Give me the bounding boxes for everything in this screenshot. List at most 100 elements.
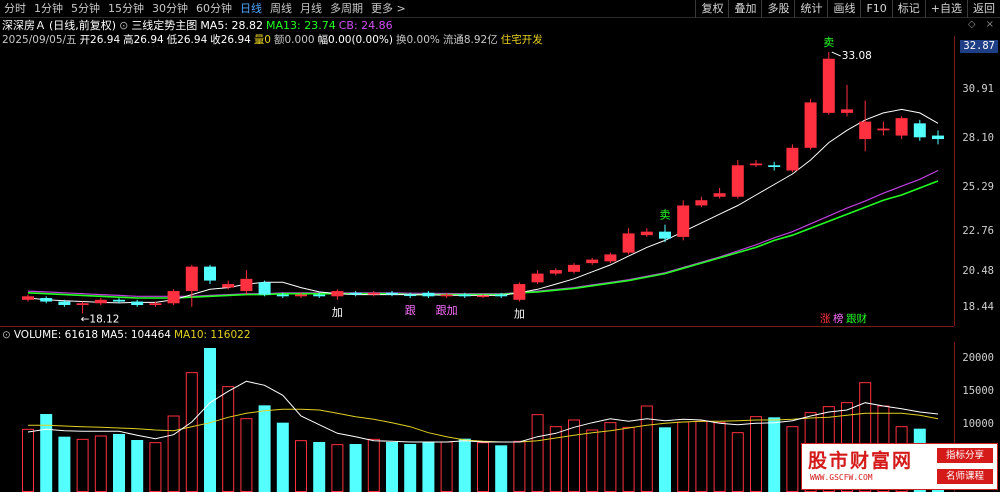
volume-bar [404,444,417,492]
volume-bar [295,440,307,492]
candle-body [440,294,453,297]
volume-bar [76,438,89,492]
volume-bar [240,418,253,492]
candle-body [331,291,344,297]
price-tick-label: 20.48 [962,265,994,278]
candle-body [731,165,744,197]
volume-bar [349,444,362,492]
candle-body [258,282,271,295]
candle-body [549,270,562,274]
candle-body [895,118,908,136]
candle-body [622,233,635,253]
candle-body [167,291,180,304]
candle-body [349,292,362,295]
volume-bar [94,435,107,492]
volume-bar [586,429,599,492]
candle-body [185,266,198,292]
price-tick-label: 18.44 [962,300,994,313]
price-tick-label: 30.91 [962,82,994,95]
candle-body [113,299,125,302]
volume-bar [477,442,489,492]
volume-bar [185,372,198,492]
signal-label: 跟 [405,304,416,317]
volume-bar [513,440,526,492]
volume-bar [149,442,162,492]
volume-bar [58,436,71,492]
candle-body [422,292,435,297]
candle-body [913,123,926,138]
candle-body [841,109,853,113]
volume-bar [367,438,380,492]
candle-body [877,128,890,131]
low-price-label: ←18.12 [81,313,120,325]
candle-body [713,193,726,197]
candle-body [222,284,235,288]
candle-body [240,278,253,292]
candle-body [695,200,708,206]
watermark-badge-course: 名师课程 [937,469,993,484]
high-price-label: 33.08 [842,50,872,62]
candle-body [58,301,71,306]
candle-body [586,259,599,264]
candle-body [768,165,781,168]
status-tag: 涨 [820,313,831,325]
volume-bar [276,422,289,492]
candle-body [677,205,690,237]
candle-body [750,163,762,166]
volume-bar [768,417,781,492]
candle-body [295,294,307,297]
candle-body [495,294,508,297]
candle-body [859,121,872,140]
volume-bar [222,386,235,492]
watermark-logo: 股市财富网 WWW.GSCFW.COM 指标分享 名师课程 [801,443,998,490]
candle-body [131,301,144,306]
candle-body [458,294,471,297]
candle-body [22,296,34,300]
signal-label: 跟加 [436,304,458,317]
candle-body [40,298,53,302]
price-axis: 30.91 28.10 25.29 22.76 20.48 18.44 [954,36,1000,326]
volume-bar [786,426,799,492]
volume-bar [549,426,562,492]
current-price-tag: 32.87 [960,40,998,53]
volume-bar [531,414,544,492]
price-tick-label: 28.10 [962,132,994,145]
status-tag: 跟财 [846,312,867,325]
candle-body [531,273,544,283]
volume-tick-label: 20000 [962,351,994,364]
candle-body [367,292,380,295]
candle-body [313,294,326,297]
volume-label: VOLUME: 61618 [13,329,99,341]
volume-menu-icon[interactable]: ⊙ [2,329,11,341]
volume-bar [695,420,708,492]
volume-bar [331,444,344,492]
volume-bar [313,442,326,492]
candle-body [477,295,489,297]
kline-chart[interactable]: 加跟跟加 加卖卖33.08←18.12 涨榜跟财 [0,0,1000,492]
price-tick-label: 22.76 [962,225,994,238]
volume-bar [440,441,453,492]
volume-bar [386,442,398,492]
volume-bar [495,445,508,492]
high-pointer [831,51,842,57]
volume-bar [422,442,435,492]
candle-body [149,303,162,306]
candle-body [94,299,107,304]
watermark-badge-indicator: 指标分享 [937,448,993,463]
volume-bar [22,428,34,492]
volume-bar [167,415,180,492]
volume-bar [204,348,216,492]
signal-label: 卖 [660,209,671,222]
candle-body [932,135,944,140]
status-tag: 榜 [833,312,844,325]
volume-ma10: MA10: 116022 [173,329,251,341]
candle-body [640,231,653,236]
volume-header: ⊙ VOLUME: 61618 MA5: 104464 MA10: 116022 [2,328,254,342]
candle-body [276,294,289,297]
volume-bar [713,422,726,492]
volume-tick-label: 10000 [962,418,994,431]
volume-bar [659,427,671,492]
candle-body [204,266,216,281]
volume-bar [131,440,144,492]
price-tick-label: 25.29 [962,181,994,194]
